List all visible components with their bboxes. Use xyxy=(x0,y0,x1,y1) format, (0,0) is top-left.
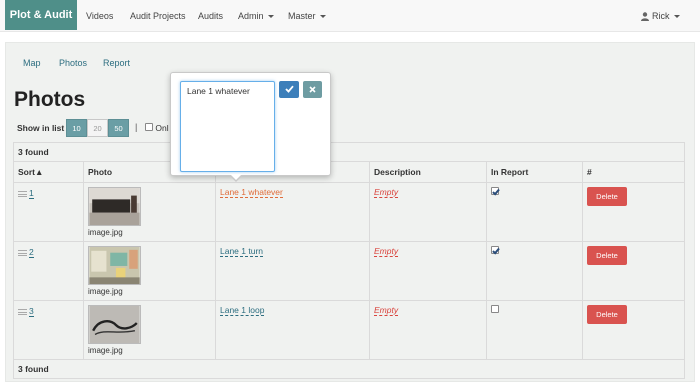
in-report-checkbox[interactable] xyxy=(491,246,499,254)
nav-admin[interactable]: Admin xyxy=(238,0,274,32)
sort-cell: 3 xyxy=(13,300,84,360)
drag-handle-icon[interactable] xyxy=(18,190,27,197)
photo-cell: image.jpg xyxy=(83,300,216,360)
title-cell: Lane 1 turn xyxy=(215,241,370,301)
description-cell: Empty xyxy=(369,300,487,360)
sort-cell: 2 xyxy=(13,241,84,301)
table-row: 3 image.jpg Lane 1 loop Empty Delete xyxy=(13,300,685,360)
page-title: Photos xyxy=(14,88,86,111)
photo-description[interactable]: Empty xyxy=(374,305,399,316)
photo-thumbnail[interactable] xyxy=(88,246,141,285)
table-row: 1 image.jpg Lane 1 whatever Empty Delete xyxy=(13,182,685,242)
delete-button[interactable]: Delete xyxy=(587,305,627,324)
in-report-checkbox[interactable] xyxy=(491,187,499,195)
page-size-20-button[interactable]: 20 xyxy=(87,119,108,137)
inline-edit-popover xyxy=(170,72,331,182)
brand-logo[interactable]: Plot & Audit xyxy=(5,0,77,30)
show-in-list-label: Show in list xyxy=(17,123,65,133)
drag-handle-icon[interactable] xyxy=(18,249,27,256)
actions-cell: Delete xyxy=(582,300,685,360)
chevron-down-icon xyxy=(673,15,680,19)
only-label: Onl xyxy=(155,123,169,133)
only-filter[interactable]: Onl xyxy=(145,123,169,133)
nav-master-label: Master xyxy=(288,11,316,21)
photo-title[interactable]: Lane 1 turn xyxy=(220,246,264,257)
in-report-cell xyxy=(486,300,583,360)
table-header-row: Sort▲ Photo Description In Report # xyxy=(13,161,685,183)
subnav-report[interactable]: Report xyxy=(103,58,130,68)
actions-cell: Delete xyxy=(582,241,685,301)
top-navbar: Plot & Audit Videos Audit Projects Audit… xyxy=(0,0,700,32)
found-row-bottom: 3 found xyxy=(13,359,685,379)
delete-button[interactable]: Delete xyxy=(587,187,627,206)
title-cell: Lane 1 loop xyxy=(215,300,370,360)
nav-audits[interactable]: Audits xyxy=(198,0,223,32)
column-header-actions: # xyxy=(582,161,685,183)
delete-button[interactable]: Delete xyxy=(587,246,627,265)
confirm-edit-button[interactable] xyxy=(279,81,299,98)
sort-value[interactable]: 3 xyxy=(29,306,34,317)
checkmark-icon xyxy=(284,85,294,94)
column-header-in-report: In Report xyxy=(486,161,583,183)
subnav-map[interactable]: Map xyxy=(23,58,41,68)
close-icon xyxy=(309,86,316,93)
chevron-down-icon xyxy=(319,15,326,19)
column-header-sort[interactable]: Sort▲ xyxy=(13,161,84,183)
user-icon xyxy=(641,12,649,22)
found-count-top: 3 found xyxy=(13,142,685,162)
table-row: 2 image.jpg Lane 1 turn Empty Delete xyxy=(13,241,685,301)
actions-cell: Delete xyxy=(582,182,685,242)
photo-description[interactable]: Empty xyxy=(374,187,399,198)
photo-title[interactable]: Lane 1 loop xyxy=(220,305,265,316)
page-size-50-button[interactable]: 50 xyxy=(108,119,129,137)
photo-filename: image.jpg xyxy=(88,228,123,237)
sort-cell: 1 xyxy=(13,182,84,242)
nav-master[interactable]: Master xyxy=(288,0,326,32)
description-cell: Empty xyxy=(369,182,487,242)
photos-table: 3 found Sort▲ Photo Description In Repor… xyxy=(13,142,685,379)
drag-handle-icon[interactable] xyxy=(18,308,27,315)
photo-filename: image.jpg xyxy=(88,287,123,296)
nav-admin-label: Admin xyxy=(238,11,264,21)
title-cell: Lane 1 whatever xyxy=(215,182,370,242)
page-size-10-button[interactable]: 10 xyxy=(66,119,87,137)
photo-title[interactable]: Lane 1 whatever xyxy=(220,187,283,198)
photo-cell: image.jpg xyxy=(83,241,216,301)
photo-cell: image.jpg xyxy=(83,182,216,242)
found-row-top: 3 found xyxy=(13,142,685,162)
user-menu[interactable]: Rick xyxy=(641,0,680,32)
description-cell: Empty xyxy=(369,241,487,301)
photo-thumbnail[interactable] xyxy=(88,305,141,344)
nav-videos[interactable]: Videos xyxy=(86,0,113,32)
sort-value[interactable]: 1 xyxy=(29,188,34,199)
user-name: Rick xyxy=(652,11,670,21)
photo-thumbnail[interactable] xyxy=(88,187,141,226)
title-edit-textarea[interactable] xyxy=(180,81,275,172)
chevron-down-icon xyxy=(267,15,274,19)
found-count-bottom: 3 found xyxy=(13,359,685,379)
subnav-photos[interactable]: Photos xyxy=(59,58,87,68)
only-checkbox[interactable] xyxy=(145,123,153,131)
column-header-description: Description xyxy=(369,161,487,183)
popover-arrow xyxy=(229,174,243,182)
cancel-edit-button[interactable] xyxy=(303,81,322,98)
separator: | xyxy=(135,122,138,132)
sort-value[interactable]: 2 xyxy=(29,247,34,258)
nav-audit-projects[interactable]: Audit Projects xyxy=(130,0,186,32)
in-report-cell xyxy=(486,241,583,301)
in-report-checkbox[interactable] xyxy=(491,305,499,313)
photo-description[interactable]: Empty xyxy=(374,246,399,257)
in-report-cell xyxy=(486,182,583,242)
photo-filename: image.jpg xyxy=(88,346,123,355)
